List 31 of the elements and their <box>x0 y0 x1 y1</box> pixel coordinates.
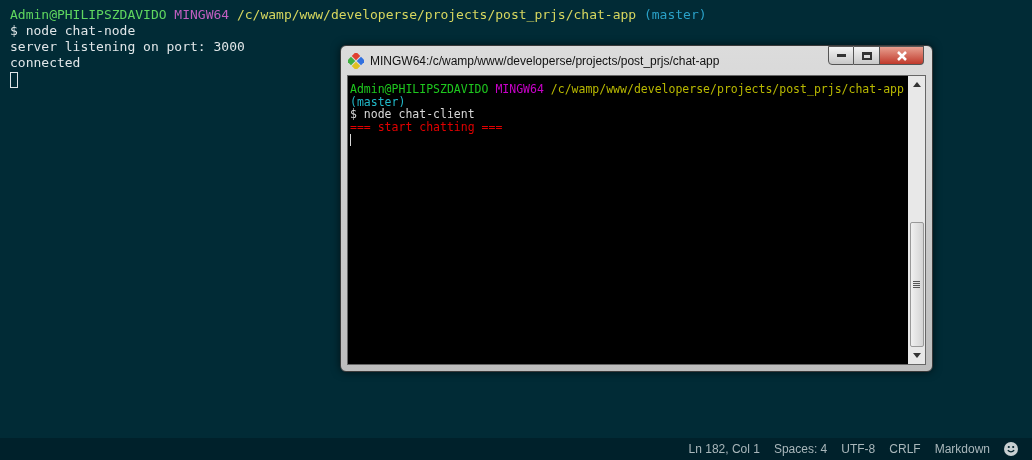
scrollbar[interactable] <box>908 76 925 364</box>
prompt-text: MINGW64 <box>495 83 544 96</box>
scroll-up-icon[interactable] <box>912 82 921 87</box>
console-line: $ node chat-client <box>350 108 475 121</box>
prompt-text: /c/wamp/www/developerse/projects/post_prjs/chat-app <box>236 7 637 23</box>
window-title: MINGW64:/c/wamp/www/developerse/projects/post_prjs/chat-app <box>370 52 720 70</box>
cursor-icon <box>10 72 18 88</box>
prompt-text: (master) <box>350 95 406 108</box>
prompt-text: Admin@PHILIPSZDAVIDO <box>350 83 489 96</box>
status-item[interactable]: CRLF <box>889 440 921 458</box>
scroll-down-icon[interactable] <box>912 353 921 358</box>
terminal-line: server listening on port: 3000 <box>10 39 245 55</box>
status-item[interactable]: UTF-8 <box>841 440 876 458</box>
prompt-text: (master) <box>643 7 707 23</box>
terminal-line: $ node chat-node <box>10 23 136 39</box>
prompt-text: Admin@PHILIPSZDAVIDO <box>10 7 167 23</box>
terminal-line: connected <box>10 55 81 71</box>
scroll-thumb[interactable] <box>909 222 924 347</box>
prompt-text: MINGW64 <box>174 7 230 23</box>
maximize-button[interactable] <box>854 46 880 65</box>
app-icon <box>348 52 364 69</box>
minimize-button[interactable] <box>828 46 854 65</box>
status-item[interactable]: Spaces: 4 <box>773 440 828 458</box>
console-line: === start chatting === <box>350 120 503 133</box>
status-item[interactable]: Ln 182, Col 1 <box>688 440 760 458</box>
close-button[interactable] <box>880 46 924 65</box>
status-item[interactable]: Markdown <box>934 440 990 458</box>
smiley-icon[interactable] <box>1004 442 1018 456</box>
close-icon <box>895 50 908 61</box>
prompt-text: /c/wamp/www/developerse/projects/post_prjs/chat-app <box>550 83 904 96</box>
cursor-icon <box>350 134 351 146</box>
